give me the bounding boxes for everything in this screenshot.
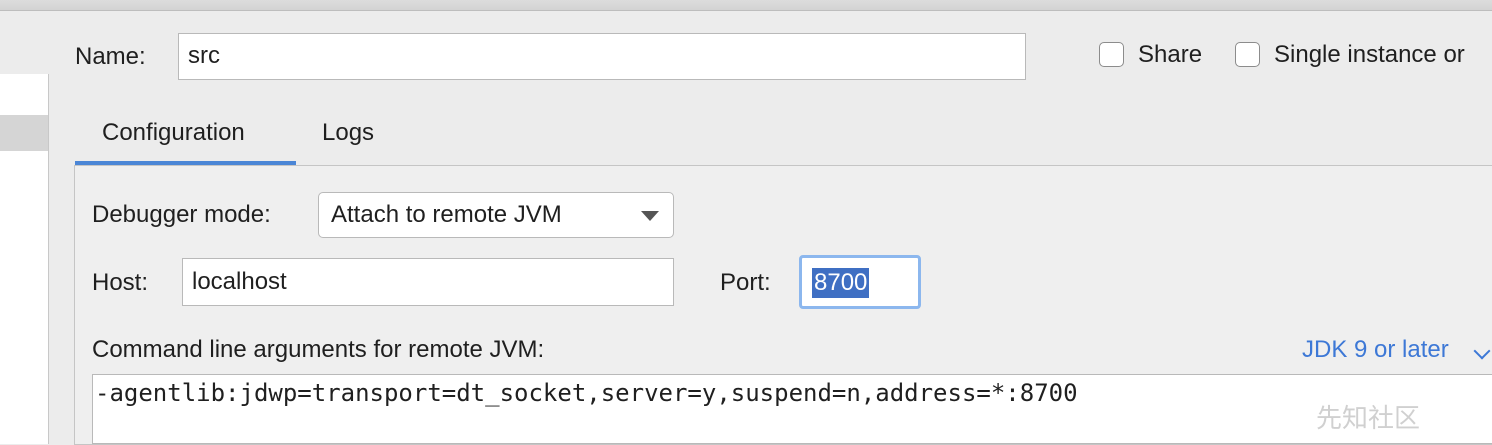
port-value-selected: 8700 [812, 268, 870, 298]
configuration-list-selected-item[interactable] [0, 115, 48, 151]
watermark: 先知社区 [1316, 404, 1421, 434]
cmdline-textarea[interactable]: -agentlib:jdwp=transport=dt_socket,serve… [92, 374, 1492, 444]
debugger-mode-label: Debugger mode: [92, 201, 271, 228]
port-input[interactable]: 8700 [799, 255, 921, 309]
single-instance-checkbox[interactable] [1235, 42, 1260, 67]
port-label: Port: [720, 269, 771, 296]
debugger-mode-value: Attach to remote JVM [331, 201, 562, 228]
chevron-down-icon [641, 211, 659, 221]
debugger-mode-select[interactable]: Attach to remote JVM [318, 192, 674, 238]
jdk-version-dropdown[interactable]: JDK 9 or later [1302, 335, 1449, 365]
name-input[interactable]: src [178, 33, 1026, 80]
tab-configuration[interactable]: Configuration [102, 118, 245, 148]
share-label[interactable]: Share [1138, 40, 1202, 70]
tab-logs[interactable]: Logs [322, 118, 374, 148]
configuration-list[interactable] [0, 74, 49, 444]
cmdline-label: Command line arguments for remote JVM: [92, 336, 545, 363]
name-label: Name: [75, 43, 146, 70]
share-checkbox[interactable] [1099, 42, 1124, 67]
host-label: Host: [92, 269, 149, 296]
window-title-bar [0, 0, 1492, 11]
single-instance-label[interactable]: Single instance or [1274, 40, 1465, 70]
host-input[interactable]: localhost [182, 258, 674, 306]
